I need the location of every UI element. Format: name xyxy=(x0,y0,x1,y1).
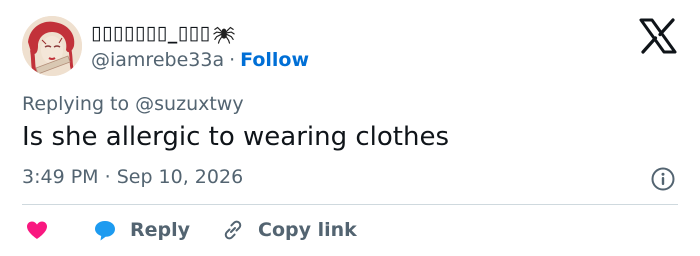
x-logo-icon[interactable] xyxy=(639,18,677,54)
avatar[interactable] xyxy=(22,16,82,76)
action-bar: Reply Copy link xyxy=(24,216,357,244)
reply-button[interactable]: Reply xyxy=(92,217,190,243)
author-handle[interactable]: @iamrebe33a xyxy=(91,49,224,71)
avatar-illustration xyxy=(22,16,82,76)
author-display-name[interactable]: ▯▯▯▯▯▯▯_▯▯▯ xyxy=(91,22,211,44)
reply-bubble-icon xyxy=(95,221,115,241)
tweet-timestamp[interactable]: 3:49 PM · Sep 10, 2026 xyxy=(22,166,243,188)
tweet-time: 3:49 PM xyxy=(22,166,99,188)
copy-link-label: Copy link xyxy=(258,219,357,241)
divider xyxy=(22,204,678,205)
like-button[interactable] xyxy=(24,217,50,243)
replying-to-handle[interactable]: @suzuxtwy xyxy=(135,93,243,115)
replying-prefix: Replying to xyxy=(22,93,136,115)
tweet-date: Sep 10, 2026 xyxy=(116,166,244,188)
tweet-card: ▯▯▯▯▯▯▯_▯▯▯ @iamrebe33a · Follow Replyin… xyxy=(0,0,700,256)
replying-to-line: Replying to @suzuxtwy xyxy=(22,93,244,115)
tweet-text: Is she allergic to wearing clothes xyxy=(22,122,450,152)
link-icon xyxy=(224,220,242,240)
author-name-row: ▯▯▯▯▯▯▯_▯▯▯ xyxy=(91,20,235,46)
info-icon[interactable] xyxy=(650,166,676,192)
spider-icon xyxy=(212,26,235,44)
author-handle-row: @iamrebe33a · Follow xyxy=(91,48,309,72)
reply-label: Reply xyxy=(130,219,191,241)
copy-link-button[interactable]: Copy link xyxy=(220,217,357,243)
timestamp-separator: · xyxy=(104,166,111,188)
follow-button[interactable]: Follow xyxy=(240,49,309,71)
heart-icon xyxy=(27,221,47,239)
separator-dot: · xyxy=(229,49,236,71)
